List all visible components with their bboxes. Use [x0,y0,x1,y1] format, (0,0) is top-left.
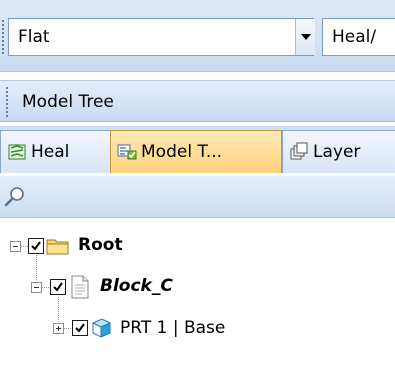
tab-heal[interactable]: Heal [0,130,112,173]
heal-mode-value: Heal/ [332,27,377,47]
tab-layers[interactable]: Layer [282,130,395,173]
panel-header: Model Tree [0,80,395,122]
model-tree-icon [117,144,137,160]
tree-node-block[interactable]: Block_C [100,276,173,296]
tree-node-part[interactable]: PRT 1 | Base [120,318,225,338]
collapse-block-toggle[interactable] [31,282,42,293]
layers-icon [290,142,308,160]
heal-mode-dropdown[interactable]: Heal/ [322,18,395,56]
heal-icon [8,144,26,160]
document-icon [71,275,89,299]
tab-layers-label: Layer [313,142,361,162]
expand-part-toggle[interactable] [53,323,64,334]
tab-model-tree-label: Model T... [141,142,223,162]
block-checkbox[interactable] [50,279,66,295]
search-icon[interactable] [4,186,26,208]
model-tree: Root Block_C PRT 1 | Base [0,218,395,372]
part-checkbox[interactable] [72,320,88,336]
tab-bar: Heal Model T... Layer [0,126,395,173]
chevron-down-icon[interactable] [295,19,315,55]
tree-node-root[interactable]: Root [78,235,123,255]
tab-model-tree[interactable]: Model T... [110,130,282,173]
cube-icon [91,318,112,338]
folder-icon [46,239,69,255]
search-bar [0,176,395,218]
display-mode-value: Flat [18,27,50,47]
panel-grip[interactable] [6,87,8,117]
tab-heal-label: Heal [31,142,70,162]
root-checkbox[interactable] [28,238,44,254]
display-mode-dropdown[interactable]: Flat [8,18,315,56]
toolbar: Flat Heal/ [0,0,395,72]
toolbar-grip[interactable] [2,20,4,54]
collapse-root-toggle[interactable] [10,241,21,252]
panel-title: Model Tree [22,92,114,112]
